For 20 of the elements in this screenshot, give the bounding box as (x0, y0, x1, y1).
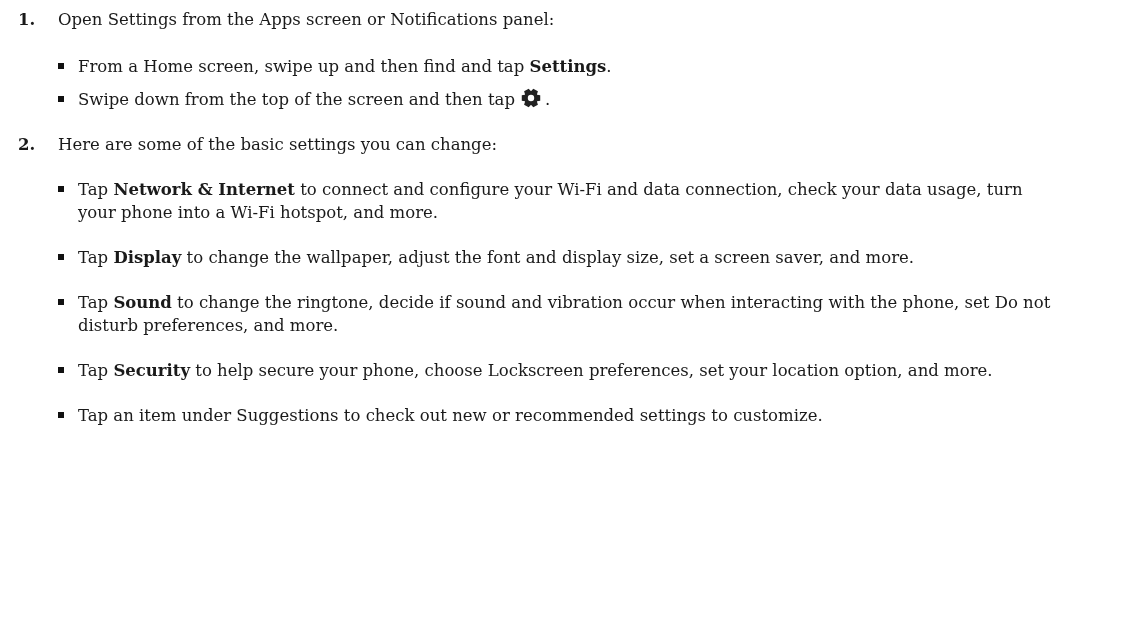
step-number: 1. (18, 9, 37, 31)
bullet-text: Tap Network & Internet to connect and configure your Wi-Fi and data connection, check your data usage, turn your phone into a Wi-Fi hotspot, and more. (78, 179, 1024, 224)
bullet-mark (58, 299, 64, 305)
bullet-mark (58, 186, 64, 192)
bullet-text: Tap Security to help secure your phone, choose Lockscreen preferences, set your location option, and more. (78, 360, 994, 382)
bullet-text: From a Home screen, swipe up and then find and tap Settings. (78, 56, 613, 78)
period-text: . (544, 90, 551, 109)
bullet-text: Swipe down from the top of the screen and then tap (78, 90, 515, 109)
bullet-mark (58, 412, 64, 418)
step-text: Here are some of the basic settings you can change: (58, 135, 497, 154)
bullet-text: Tap Display to change the wallpaper, adjust the font and display size, set a screen saver, and more. (78, 247, 916, 269)
step-text: Open Settings from the Apps screen or Notifications panel: (58, 10, 555, 29)
bullet-mark (58, 254, 64, 260)
bullet-text: Tap an item under Suggestions to check out new or recommended settings to customize. (78, 405, 824, 427)
step-number: 2. (18, 134, 37, 156)
bullet-mark (58, 96, 64, 102)
settings-icon (520, 88, 541, 108)
bullet-mark (58, 367, 64, 373)
bullet-text: Tap Sound to change the ringtone, decide if sound and vibration occur when interacting with the phone, set Do not disturb preferences, and more. (78, 292, 1052, 337)
bullet-mark (58, 63, 64, 69)
